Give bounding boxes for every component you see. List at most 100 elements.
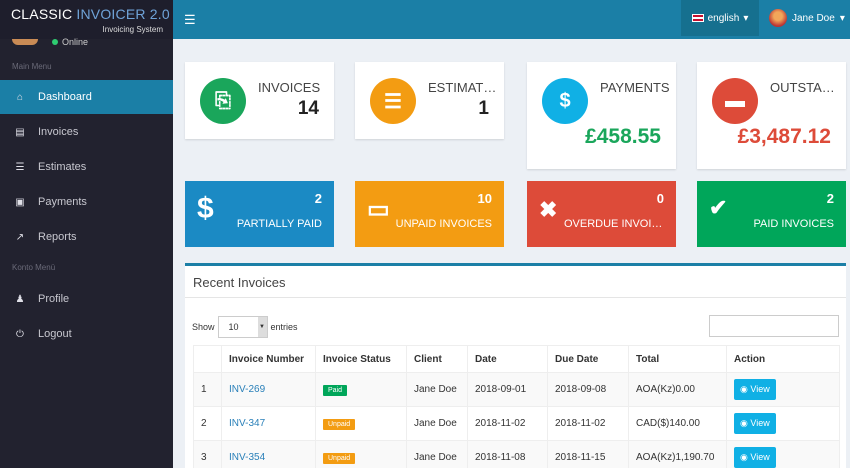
panel-title: Recent Invoices bbox=[193, 275, 286, 290]
list-icon: ☰ bbox=[15, 161, 25, 173]
column-header[interactable]: Due Date bbox=[547, 345, 629, 373]
client-cell: Jane Doe bbox=[406, 372, 468, 407]
table-row: 3 INV-354 Unpaid Jane Doe 2018-11-08 201… bbox=[193, 440, 840, 468]
sidebar-item-dashboard[interactable]: ⌂ Dashboard bbox=[0, 80, 173, 114]
column-header[interactable]: Total bbox=[628, 345, 727, 373]
tile-partially-paid[interactable]: $ 2 PARTIALLY PAID bbox=[185, 181, 334, 247]
sidebar-item-label: Profile bbox=[38, 293, 70, 305]
tile-label: UNPAID INVOICES bbox=[395, 218, 492, 230]
show-label: Show bbox=[192, 322, 215, 332]
summary-card-invoices[interactable]: ⎘ INVOICES 14 bbox=[185, 62, 334, 139]
view-button-label: View bbox=[750, 418, 770, 428]
tile-count: 0 bbox=[656, 191, 664, 206]
summary-card-label: PAYMENTS bbox=[600, 80, 670, 95]
client-cell: Jane Doe bbox=[406, 406, 468, 441]
invoice-number-link[interactable]: INV-269 bbox=[229, 384, 265, 395]
entries-length-control: Show 10 ▼ entries bbox=[192, 316, 298, 338]
caret-down-icon: ▾ bbox=[839, 12, 845, 24]
table-header-row: Invoice Number Invoice Status Client Dat… bbox=[193, 345, 840, 373]
view-button-label: View bbox=[750, 452, 770, 462]
app-title-part1: CLASSIC bbox=[11, 6, 77, 22]
row-index: 2 bbox=[193, 406, 222, 441]
tile-count: 2 bbox=[826, 191, 834, 206]
power-icon: ⏻ bbox=[16, 328, 24, 340]
total-cell: CAD($)140.00 bbox=[628, 406, 727, 441]
top-navbar: ☰ english ▾ Jane Doe ▾ bbox=[173, 0, 850, 39]
check-icon: ✔ bbox=[709, 195, 728, 220]
file-pdf-icon: ▤ bbox=[15, 126, 25, 138]
summary-card-value: 1 bbox=[478, 98, 489, 119]
column-header[interactable] bbox=[193, 345, 222, 373]
app-logo[interactable]: CLASSIC INVOICER 2.0 Invoicing System bbox=[0, 0, 173, 39]
tile-label: PARTIALLY PAID bbox=[236, 218, 322, 230]
view-button[interactable]: ◉ View bbox=[734, 447, 776, 468]
sidebar-item-label: Reports bbox=[38, 231, 77, 243]
summary-card-value: £3,487.12 bbox=[737, 125, 831, 148]
sidebar-item-label: Payments bbox=[38, 196, 87, 208]
divider bbox=[185, 297, 846, 298]
tile-label: PAID INVOICES bbox=[753, 218, 834, 230]
column-header[interactable]: Invoice Status bbox=[315, 345, 407, 373]
eye-icon: ◉ bbox=[740, 384, 748, 394]
invoice-number-link[interactable]: INV-354 bbox=[229, 452, 265, 463]
summary-card-label: OUTSTANDING bbox=[770, 80, 840, 95]
status-badge: Unpaid bbox=[323, 452, 356, 464]
status-badge: Paid bbox=[323, 384, 348, 396]
sidebar-item-invoices[interactable]: ▤ Invoices bbox=[0, 115, 173, 149]
view-button[interactable]: ◉ View bbox=[734, 413, 776, 434]
column-header[interactable]: Client bbox=[406, 345, 468, 373]
entries-select[interactable]: 10 ▼ bbox=[217, 316, 268, 338]
eye-icon: ◉ bbox=[740, 452, 748, 462]
sidebar-item-label: Dashboard bbox=[38, 91, 92, 103]
sidebar-item-label: Logout bbox=[38, 328, 72, 340]
sidebar-item-logout[interactable]: ⏻ Logout bbox=[0, 317, 173, 351]
summary-card-outstanding[interactable]: ▬ OUTSTANDING £3,487.12 bbox=[697, 62, 846, 169]
money-bill-icon: ▭ bbox=[367, 196, 390, 223]
online-dot-icon bbox=[52, 39, 58, 45]
due-date-cell: 2018-11-15 bbox=[547, 440, 629, 468]
status-badge: Unpaid bbox=[323, 418, 356, 430]
sidebar-item-payments[interactable]: ▣ Payments bbox=[0, 185, 173, 219]
client-cell: Jane Doe bbox=[406, 440, 468, 468]
search-input[interactable] bbox=[709, 315, 839, 337]
column-header[interactable]: Date bbox=[467, 345, 548, 373]
recent-invoices-table: Invoice Number Invoice Status Client Dat… bbox=[193, 345, 840, 468]
user-name: Jane Doe bbox=[792, 12, 835, 24]
due-date-cell: 2018-11-02 bbox=[547, 406, 629, 441]
tile-paid-invoices[interactable]: ✔ 2 PAID INVOICES bbox=[697, 181, 846, 247]
summary-card-estimates[interactable]: ☰ ESTIMATES 1 bbox=[355, 62, 504, 139]
sidebar-item-profile[interactable]: ♟ Profile bbox=[0, 282, 173, 316]
tile-count: 10 bbox=[477, 191, 492, 206]
tile-unpaid-invoices[interactable]: ▭ 10 UNPAID INVOICES bbox=[355, 181, 504, 247]
file-pdf-icon: ⎘ bbox=[200, 78, 246, 124]
row-index: 1 bbox=[193, 372, 222, 407]
uk-flag-icon bbox=[691, 14, 704, 22]
recent-invoices-panel: Recent Invoices Show 10 ▼ entries Invoic… bbox=[185, 263, 846, 468]
app-subtitle: Invoicing System bbox=[102, 25, 163, 34]
user-menu[interactable]: Jane Doe ▾ bbox=[769, 0, 845, 36]
sidebar-avatar bbox=[12, 39, 38, 45]
tile-overdue-invoices[interactable]: ✖ 0 OVERDUE INVOICES bbox=[527, 181, 676, 247]
column-header: Action bbox=[726, 345, 840, 373]
summary-card-value: £458.55 bbox=[585, 125, 661, 148]
invoice-number-link[interactable]: INV-347 bbox=[229, 418, 265, 429]
row-index: 3 bbox=[193, 440, 222, 468]
app-title-part2: INVOICER 2.0 bbox=[76, 6, 170, 22]
menu-toggle-icon[interactable]: ☰ bbox=[184, 12, 196, 28]
total-cell: AOA(Kz)1,190.70 bbox=[628, 440, 727, 468]
date-cell: 2018-11-08 bbox=[467, 440, 548, 468]
user-avatar bbox=[769, 9, 787, 27]
sidebar-item-estimates[interactable]: ☰ Estimates bbox=[0, 150, 173, 184]
eye-icon: ◉ bbox=[740, 418, 748, 428]
column-header[interactable]: Invoice Number bbox=[221, 345, 316, 373]
sidebar-item-reports[interactable]: ↗ Reports bbox=[0, 220, 173, 254]
credit-card-icon: ▬ bbox=[712, 78, 758, 124]
language-dropdown[interactable]: english ▾ bbox=[681, 0, 759, 36]
due-date-cell: 2018-09-08 bbox=[547, 372, 629, 407]
view-button-label: View bbox=[750, 384, 770, 394]
section-account-menu: Konto Menü bbox=[12, 263, 56, 272]
summary-card-payments[interactable]: $ PAYMENTS £458.55 bbox=[527, 62, 676, 169]
close-icon: ✖ bbox=[539, 197, 558, 222]
sidebar-item-label: Estimates bbox=[38, 161, 87, 173]
view-button[interactable]: ◉ View bbox=[734, 379, 776, 400]
